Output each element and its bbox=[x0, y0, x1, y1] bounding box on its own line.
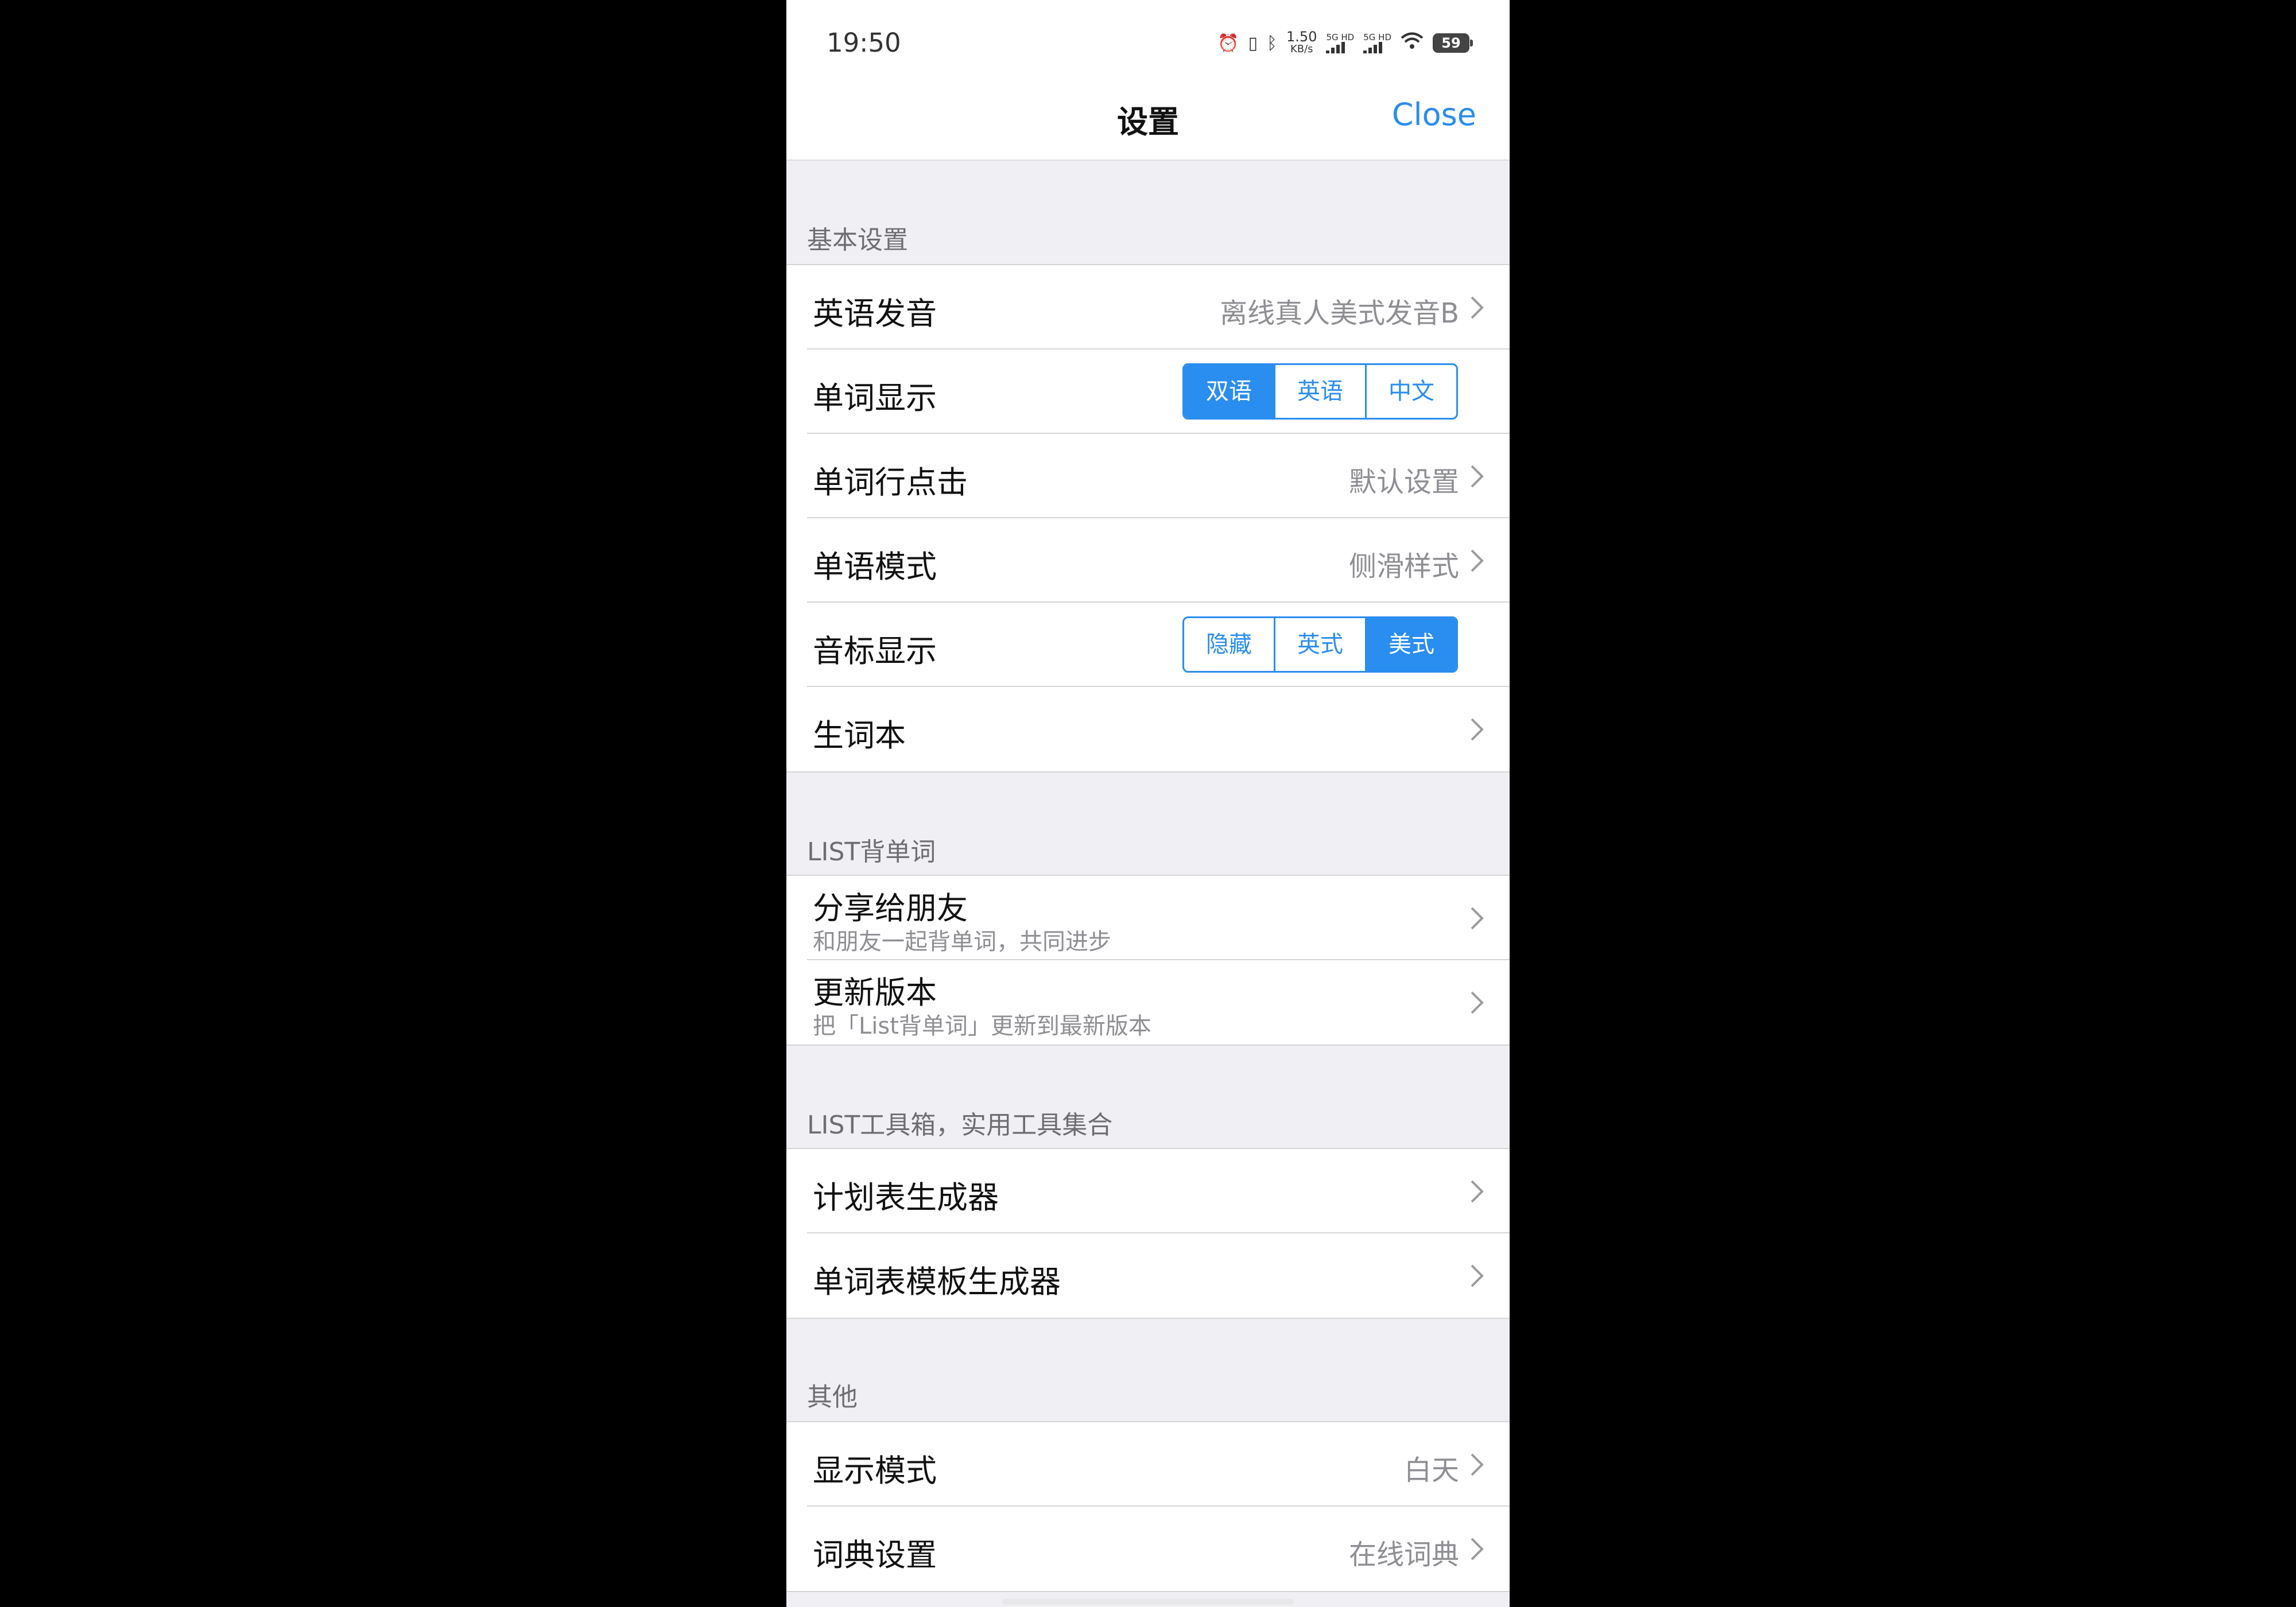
segment-english[interactable]: 英语 bbox=[1275, 365, 1367, 418]
status-icons: ⏰ ▯ ᛒ 1.50 KB/s 5G HD 5G HD 59 bbox=[1217, 29, 1473, 57]
row-share[interactable]: 分享给朋友 和朋友一起背单词，共同进步 bbox=[807, 876, 1510, 960]
group-list: 分享给朋友 和朋友一起背单词，共同进步 更新版本 把「List背单词」更新到最新… bbox=[786, 875, 1510, 1046]
segment-bilingual[interactable]: 双语 bbox=[1184, 365, 1275, 418]
row-word-display: 单词显示 双语 英语 中文 bbox=[807, 350, 1510, 434]
chevron-right-icon bbox=[1471, 907, 1484, 930]
vibrate-icon: ▯ bbox=[1248, 33, 1258, 53]
row-phonetic-display: 音标显示 隐藏 英式 美式 bbox=[807, 603, 1510, 687]
word-display-segmented-control: 双语 英语 中文 bbox=[1182, 363, 1458, 420]
chevron-right-icon bbox=[1471, 1453, 1484, 1476]
signal-sim2-icon: 5G HD bbox=[1363, 33, 1391, 53]
row-display-mode[interactable]: 显示模式 白天 bbox=[807, 1422, 1510, 1507]
chevron-right-icon bbox=[1471, 1264, 1484, 1287]
status-time: 19:50 bbox=[827, 28, 901, 58]
chevron-right-icon bbox=[1471, 991, 1484, 1014]
chevron-right-icon bbox=[1471, 549, 1484, 572]
row-dictionary-settings[interactable]: 词典设置 在线词典 bbox=[807, 1507, 1510, 1591]
chevron-right-icon bbox=[1471, 718, 1484, 741]
row-word-click[interactable]: 单词行点击 默认设置 bbox=[807, 434, 1510, 518]
section-header-other: 其他 bbox=[807, 1383, 858, 1412]
phonetic-segmented-control: 隐藏 英式 美式 bbox=[1182, 616, 1458, 673]
battery-icon: 59 bbox=[1433, 33, 1473, 53]
wifi-icon bbox=[1401, 32, 1424, 55]
bluetooth-icon: ᛒ bbox=[1267, 33, 1278, 53]
group-tools: 计划表生成器 单词表模板生成器 bbox=[786, 1148, 1510, 1319]
phone-screen: 19:50 ⏰ ▯ ᛒ 1.50 KB/s 5G HD 5G HD 59 设置 bbox=[786, 0, 1510, 1607]
row-plan-generator[interactable]: 计划表生成器 bbox=[807, 1149, 1510, 1233]
network-speed: 1.50 KB/s bbox=[1286, 29, 1317, 55]
segment-hide[interactable]: 隐藏 bbox=[1184, 618, 1275, 671]
group-basic: 英语发音 离线真人美式发音B 单词显示 双语 英语 中文 单词行点击 默认设置 … bbox=[786, 264, 1510, 773]
status-bar: 19:50 ⏰ ▯ ᛒ 1.50 KB/s 5G HD 5G HD 59 bbox=[786, 0, 1510, 86]
row-template-generator[interactable]: 单词表模板生成器 bbox=[807, 1233, 1510, 1318]
navigation-bar: 设置 Close bbox=[786, 86, 1510, 161]
group-other: 显示模式 白天 词典设置 在线词典 bbox=[786, 1421, 1510, 1592]
row-update[interactable]: 更新版本 把「List背单词」更新到最新版本 bbox=[807, 960, 1510, 1045]
chevron-right-icon bbox=[1471, 1538, 1484, 1561]
section-header-tools: LIST工具箱，实用工具集合 bbox=[807, 1111, 1113, 1140]
row-word-mode[interactable]: 单语模式 侧滑样式 bbox=[807, 518, 1510, 603]
signal-sim1-icon: 5G HD bbox=[1326, 33, 1354, 53]
chevron-right-icon bbox=[1471, 1180, 1484, 1203]
segment-british[interactable]: 英式 bbox=[1275, 618, 1367, 671]
close-button[interactable]: Close bbox=[1392, 96, 1476, 133]
row-vocab-book[interactable]: 生词本 bbox=[807, 687, 1510, 771]
section-header-basic: 基本设置 bbox=[807, 226, 908, 255]
segment-chinese[interactable]: 中文 bbox=[1367, 365, 1456, 418]
chevron-right-icon bbox=[1471, 465, 1484, 488]
row-pronunciation[interactable]: 英语发音 离线真人美式发音B bbox=[807, 265, 1510, 350]
segment-american[interactable]: 美式 bbox=[1367, 618, 1456, 671]
chevron-right-icon bbox=[1471, 296, 1484, 319]
home-indicator[interactable] bbox=[1002, 1599, 1294, 1605]
alarm-icon: ⏰ bbox=[1217, 33, 1239, 53]
section-header-list: LIST背单词 bbox=[807, 837, 936, 867]
